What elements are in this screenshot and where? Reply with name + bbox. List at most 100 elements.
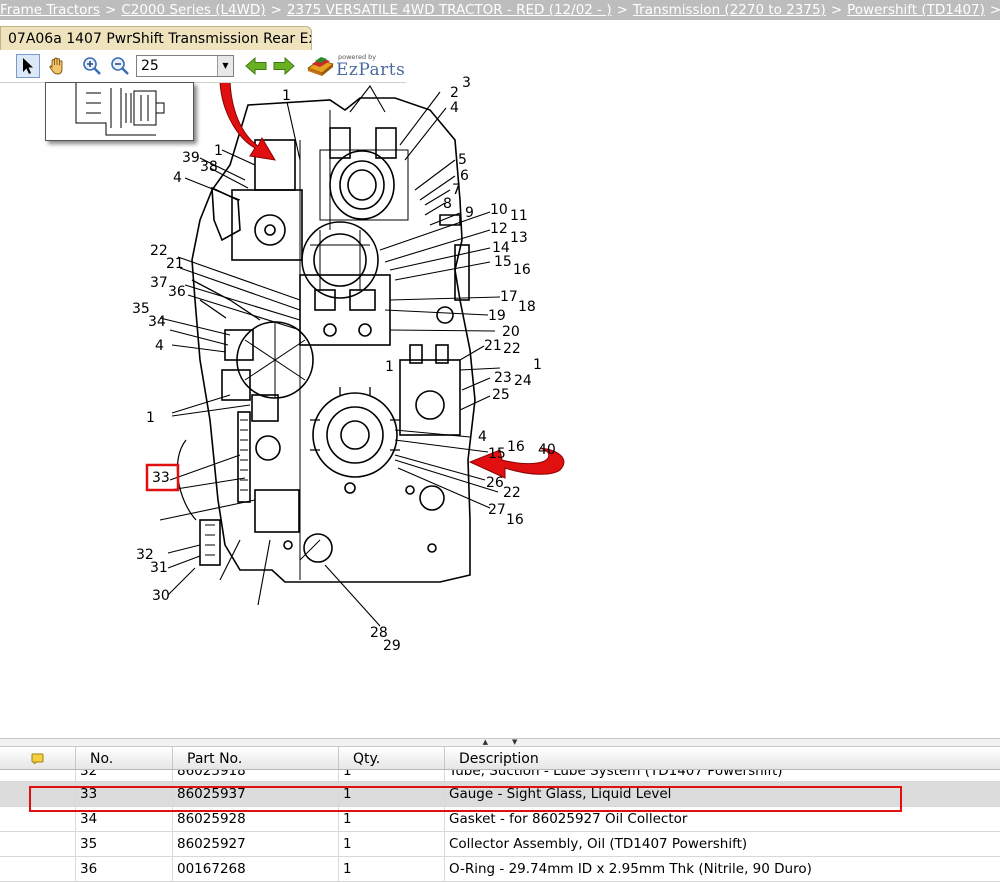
callout-numbers: 1 2 3 4 5 6 7 8 9 10 11 12 13 14 15 16 1… <box>132 75 556 654</box>
ezparts-logo[interactable]: powered by EzParts <box>306 53 406 80</box>
callout-15: 15 <box>494 254 512 270</box>
splitter-down-icon[interactable]: ▼ <box>512 738 517 746</box>
back-button[interactable] <box>244 54 268 78</box>
back-arrow-icon <box>245 56 267 76</box>
table-row-selected[interactable]: 33 86025937 1 Gauge - Sight Glass, Liqui… <box>0 782 1000 807</box>
header-no[interactable]: No. <box>75 747 172 769</box>
row-no: 35 <box>75 832 172 856</box>
thumbnail-navigator[interactable] <box>45 82 194 141</box>
zoom-level-select[interactable]: 25 ▼ <box>136 55 234 77</box>
callout-33[interactable]: 33 <box>152 470 170 486</box>
callout-1b: 1 <box>533 357 542 373</box>
ezparts-logo-icon <box>307 57 334 76</box>
zoom-level-value: 25 <box>141 58 159 74</box>
callout-34: 34 <box>148 314 166 330</box>
row-qty: 1 <box>338 770 444 781</box>
callout-16b: 16 <box>507 439 525 455</box>
callout-23: 23 <box>494 370 512 386</box>
zoom-in-icon <box>83 57 101 75</box>
callout-25: 25 <box>492 387 510 403</box>
callout-21b: 21 <box>166 256 184 272</box>
zoom-in-button[interactable] <box>80 54 104 78</box>
callout-1: 1 <box>282 88 291 104</box>
callout-16c: 16 <box>506 512 524 528</box>
splitter-up-icon[interactable]: ▲ <box>483 738 488 746</box>
row-part-no: 86025937 <box>172 782 338 806</box>
callout-1e: 1 <box>214 143 223 159</box>
row-no: 33 <box>75 782 172 806</box>
callout-8: 8 <box>443 196 452 212</box>
callout-26: 26 <box>486 475 504 491</box>
table-row[interactable]: 36 00167268 1 O-Ring - 29.74mm ID x 2.95… <box>0 857 1000 882</box>
row-description: Gauge - Sight Glass, Liquid Level <box>444 782 1000 806</box>
callout-15b: 15 <box>488 446 506 462</box>
row-icon-cell <box>0 857 75 881</box>
callout-16: 16 <box>513 262 531 278</box>
pane-splitter[interactable]: ▲ ▼ <box>0 738 1000 747</box>
row-description: Collector Assembly, Oil (TD1407 Powershi… <box>444 832 1000 856</box>
callout-38: 38 <box>200 159 218 175</box>
transmission-housing-drawing <box>176 97 476 583</box>
callout-4c: 4 <box>155 338 164 354</box>
callout-1c: 1 <box>385 359 394 375</box>
pan-tool-button[interactable] <box>45 54 69 78</box>
row-description: Tube, Suction - Lube System (TD1407 Powe… <box>444 770 1000 781</box>
callout-30: 30 <box>152 588 170 604</box>
forward-arrow-icon <box>273 56 295 76</box>
callout-27: 27 <box>488 502 506 518</box>
pointer-icon <box>23 58 33 74</box>
callout-6: 6 <box>460 168 469 184</box>
row-part-no: 86025928 <box>172 807 338 831</box>
row-no: 34 <box>75 807 172 831</box>
table-header: No. Part No. Qty. Description <box>0 747 1000 770</box>
callout-35: 35 <box>132 301 150 317</box>
row-icon-cell <box>0 807 75 831</box>
forward-button[interactable] <box>272 54 296 78</box>
row-icon-cell <box>0 832 75 856</box>
header-description[interactable]: Description <box>444 747 1000 769</box>
callout-13: 13 <box>510 230 528 246</box>
note-icon <box>31 753 43 764</box>
callout-22b: 22 <box>503 485 521 501</box>
parts-table: No. Part No. Qty. Description 32 8602591… <box>0 747 1000 882</box>
viewer-toolbar: 25 ▼ powered by EzParts <box>0 51 406 83</box>
header-icon-cell[interactable] <box>0 747 75 769</box>
header-part-no[interactable]: Part No. <box>172 747 338 769</box>
table-row[interactable]: 32 86025918 1 Tube, Suction - Lube Syste… <box>0 770 1000 782</box>
callout-37: 37 <box>150 275 168 291</box>
row-qty: 1 <box>338 807 444 831</box>
zoom-out-icon <box>111 57 129 75</box>
chevron-down-icon[interactable]: ▼ <box>217 56 233 76</box>
ezparts-brand-text: EzParts <box>336 60 406 80</box>
row-qty: 1 <box>338 857 444 881</box>
callout-18: 18 <box>518 299 536 315</box>
callout-24: 24 <box>514 373 532 389</box>
row-part-no: 86025927 <box>172 832 338 856</box>
row-qty: 1 <box>338 832 444 856</box>
callout-17: 17 <box>500 289 518 305</box>
callout-39: 39 <box>182 150 200 166</box>
diagram-title-tab[interactable]: 07A06a 1407 PwrShift Transmission Rear E… <box>0 26 312 50</box>
red-pointer-arrow-top <box>219 81 276 161</box>
callout-29: 29 <box>383 638 401 654</box>
row-description: Gasket - for 86025927 Oil Collector <box>444 807 1000 831</box>
callout-5: 5 <box>458 152 467 168</box>
callout-40: 40 <box>538 442 556 458</box>
row-no: 32 <box>75 770 172 781</box>
table-row[interactable]: 35 86025927 1 Collector Assembly, Oil (T… <box>0 832 1000 857</box>
callout-10: 10 <box>490 202 508 218</box>
zoom-out-button[interactable] <box>108 54 132 78</box>
row-part-no: 00167268 <box>172 857 338 881</box>
callout-21: 21 <box>484 338 502 354</box>
thumbnail-preview <box>75 83 165 136</box>
callout-36: 36 <box>168 284 186 300</box>
callout-19: 19 <box>488 308 506 324</box>
callout-9: 9 <box>465 205 474 221</box>
row-no: 36 <box>75 857 172 881</box>
callout-3: 3 <box>462 75 471 91</box>
table-row[interactable]: 34 86025928 1 Gasket - for 86025927 Oil … <box>0 807 1000 832</box>
row-icon-cell <box>0 770 75 781</box>
header-qty[interactable]: Qty. <box>338 747 444 769</box>
pan-hand-icon <box>49 57 63 75</box>
pointer-tool-button[interactable] <box>16 54 40 78</box>
